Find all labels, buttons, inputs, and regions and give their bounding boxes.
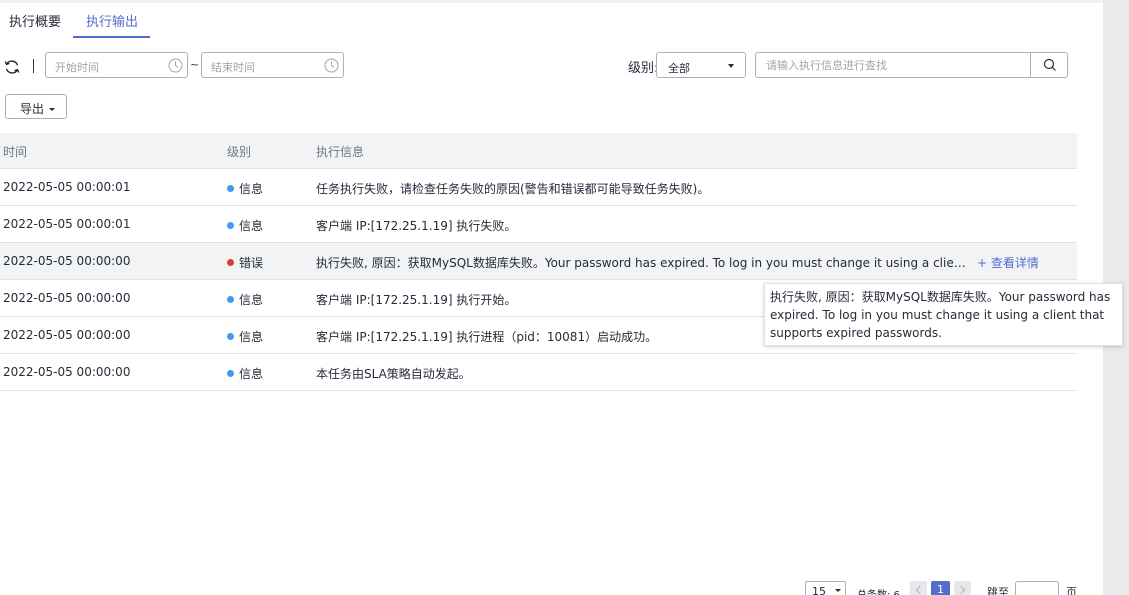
row-level: 信息 bbox=[227, 180, 263, 197]
row-level: 错误 bbox=[227, 254, 263, 271]
row-level-text: 信息 bbox=[239, 219, 264, 233]
next-page-button[interactable] bbox=[954, 581, 971, 595]
info-status-dot bbox=[227, 185, 234, 192]
jump-page-input[interactable] bbox=[1015, 581, 1059, 595]
row-message: 客户端 IP:[172.25.1.19] 执行失败。 bbox=[316, 219, 517, 233]
output-table: 时间 级别 执行信息 2022-05-05 00:00:01 信息 任务执行失败… bbox=[0, 133, 1077, 391]
table-row: 2022-05-05 00:00:01 信息 客户端 IP:[172.25.1.… bbox=[0, 206, 1077, 243]
row-time: 2022-05-05 00:00:00 bbox=[3, 328, 131, 342]
row-level: 信息 bbox=[227, 291, 263, 308]
tab-output[interactable]: 执行输出 bbox=[86, 11, 138, 30]
error-status-dot bbox=[227, 259, 234, 266]
page-size-value: 15 bbox=[812, 585, 826, 595]
row-message: 客户端 IP:[172.25.1.19] 执行进程（pid：10081）启动成功… bbox=[316, 330, 658, 344]
start-time-field[interactable]: 开始时间 bbox=[45, 52, 188, 78]
chevron-down-icon bbox=[835, 589, 841, 592]
clock-icon bbox=[324, 58, 339, 73]
divider bbox=[33, 59, 34, 73]
header-level: 级别 bbox=[227, 145, 252, 159]
table-row: 2022-05-05 00:00:00 错误 执行失败, 原因：获取MySQL数… bbox=[0, 243, 1077, 280]
row-time: 2022-05-05 00:00:00 bbox=[3, 254, 131, 268]
table-row: 2022-05-05 00:00:01 信息 任务执行失败，请检查任务失败的原因… bbox=[0, 169, 1077, 206]
export-button[interactable]: 导出 bbox=[5, 94, 67, 119]
refresh-icon[interactable] bbox=[3, 58, 23, 78]
page-size-select[interactable]: 15 bbox=[805, 581, 846, 595]
row-level: 信息 bbox=[227, 328, 263, 345]
current-page-button[interactable]: 1 bbox=[931, 581, 950, 595]
search-box bbox=[755, 52, 1068, 78]
export-label: 导出 bbox=[20, 102, 45, 116]
view-details-link[interactable]: + 查看详情 bbox=[977, 254, 1039, 271]
end-time-placeholder: 结束时间 bbox=[211, 61, 255, 74]
row-level-text: 信息 bbox=[239, 367, 264, 381]
clock-icon bbox=[168, 58, 183, 73]
row-level: 信息 bbox=[227, 365, 263, 382]
error-detail-tooltip: 执行失败, 原因：获取MySQL数据库失败。Your password has … bbox=[764, 283, 1123, 346]
table-header: 时间 级别 执行信息 bbox=[0, 133, 1077, 169]
info-status-dot bbox=[227, 222, 234, 229]
search-input[interactable] bbox=[756, 53, 1030, 77]
total-count: 总条数: 6 bbox=[857, 586, 900, 595]
row-message: 客户端 IP:[172.25.1.19] 执行开始。 bbox=[316, 293, 517, 307]
row-time: 2022-05-05 00:00:01 bbox=[3, 180, 131, 194]
end-time-field[interactable]: 结束时间 bbox=[201, 52, 344, 78]
header-time: 时间 bbox=[3, 145, 28, 159]
start-time-placeholder: 开始时间 bbox=[55, 61, 99, 74]
level-select-value: 全部 bbox=[668, 62, 690, 75]
info-status-dot bbox=[227, 333, 234, 340]
table-row: 2022-05-05 00:00:00 信息 本任务由SLA策略自动发起。 bbox=[0, 354, 1077, 391]
row-message: 本任务由SLA策略自动发起。 bbox=[316, 367, 471, 381]
row-level-text: 信息 bbox=[239, 182, 264, 196]
chevron-down-icon bbox=[728, 64, 734, 68]
info-status-dot bbox=[227, 296, 234, 303]
row-time: 2022-05-05 00:00:01 bbox=[3, 217, 131, 231]
search-button[interactable] bbox=[1030, 53, 1067, 77]
row-level-text: 错误 bbox=[239, 256, 264, 270]
row-level-text: 信息 bbox=[239, 293, 264, 307]
active-tab-indicator bbox=[73, 36, 150, 38]
prev-page-button[interactable] bbox=[910, 581, 927, 595]
top-strip bbox=[0, 0, 1103, 3]
row-message: 任务执行失败，请检查任务失败的原因(警告和错误都可能导致任务失败)。 bbox=[316, 182, 710, 196]
level-label: 级别: bbox=[628, 61, 659, 76]
jump-label: 跳至 bbox=[987, 586, 1009, 595]
chevron-down-icon bbox=[49, 108, 55, 111]
row-time: 2022-05-05 00:00:00 bbox=[3, 365, 131, 379]
row-time: 2022-05-05 00:00:00 bbox=[3, 291, 131, 305]
search-icon bbox=[1043, 58, 1056, 71]
row-level-text: 信息 bbox=[239, 330, 264, 344]
row-message: 执行失败, 原因：获取MySQL数据库失败。Your password has … bbox=[316, 256, 966, 270]
row-level: 信息 bbox=[227, 217, 263, 234]
header-message: 执行信息 bbox=[316, 145, 365, 159]
tab-overview[interactable]: 执行概要 bbox=[9, 11, 61, 30]
info-status-dot bbox=[227, 370, 234, 377]
level-select[interactable]: 全部 bbox=[656, 52, 746, 78]
page-unit-label: 页 bbox=[1066, 586, 1077, 595]
range-separator: ~ bbox=[190, 58, 200, 71]
